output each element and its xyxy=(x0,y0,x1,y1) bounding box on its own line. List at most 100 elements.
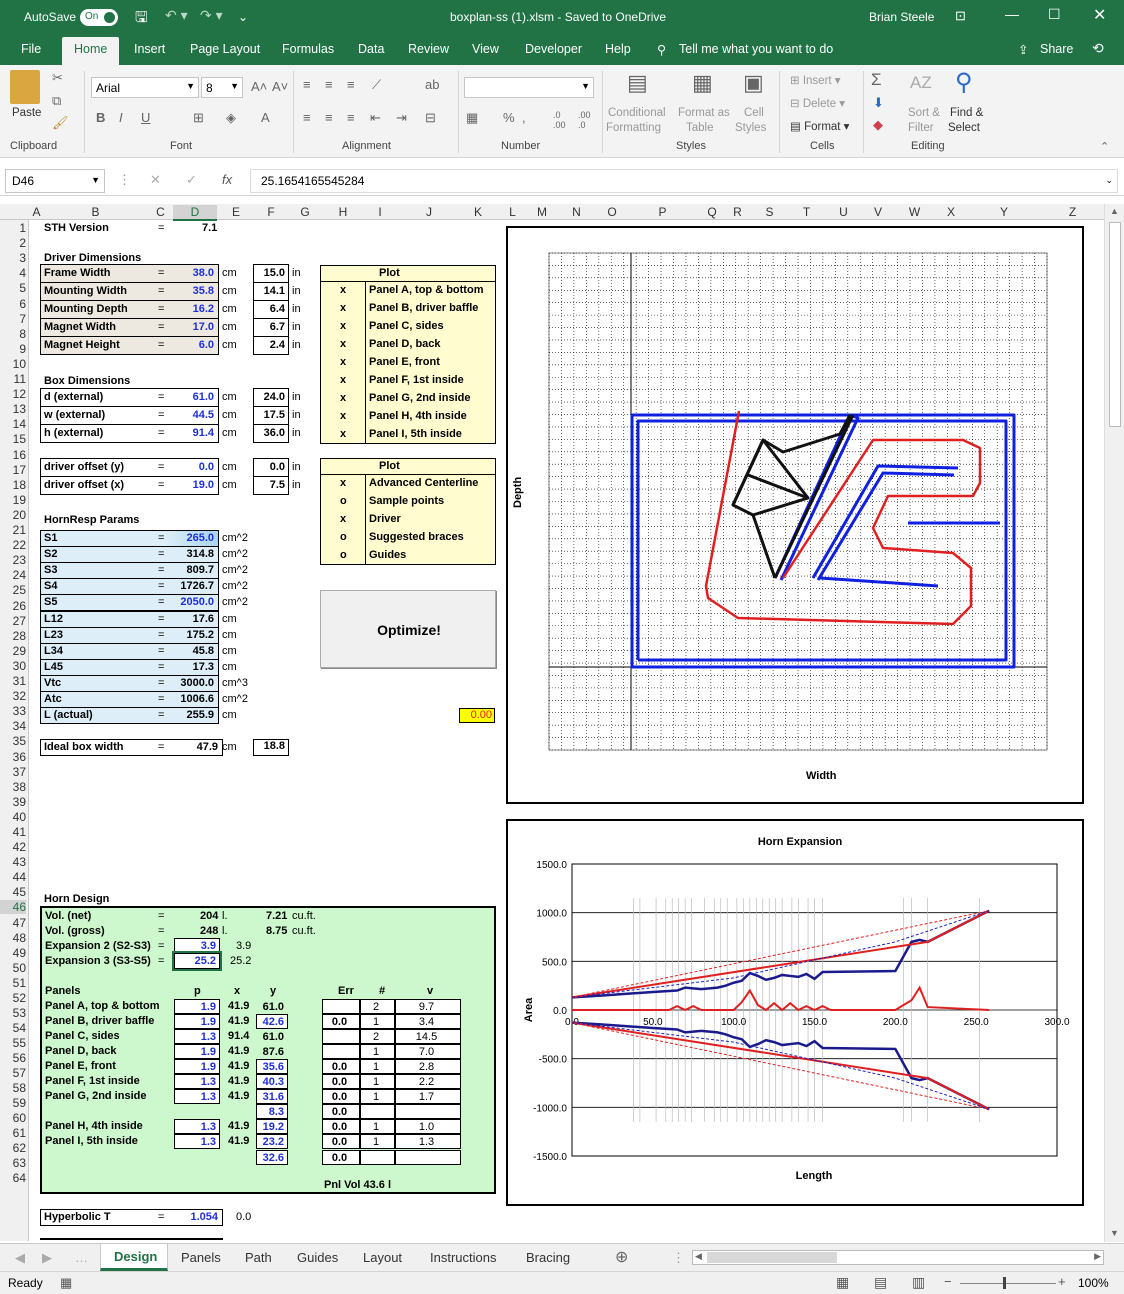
param-row[interactable]: Mounting Depth = 16.2 xyxy=(40,300,219,319)
plot-option-row[interactable]: o Guides xyxy=(320,547,496,565)
cell-styles-button[interactable]: Cell xyxy=(744,107,764,119)
expansion-3-input[interactable]: 25.2 xyxy=(172,951,222,971)
row-header[interactable]: 19 xyxy=(0,493,26,507)
column-header[interactable]: H xyxy=(323,205,363,219)
panel-y-cell[interactable]: 23.2 xyxy=(256,1134,288,1150)
align-left-icon[interactable]: ≡ xyxy=(303,110,311,125)
font-color-icon[interactable]: A xyxy=(261,110,270,125)
plot-option-row[interactable]: x Panel H, 4th inside xyxy=(320,408,496,426)
minimize-icon[interactable]: — xyxy=(1005,6,1019,22)
row-header[interactable]: 37 xyxy=(0,765,26,779)
vertical-scrollbar[interactable]: ▲ ▼ xyxy=(1104,204,1124,1242)
tab-page-layout[interactable]: Page Layout xyxy=(190,42,260,56)
row-header[interactable]: 35 xyxy=(0,734,26,748)
hornresp-row[interactable]: Atc = 1006.6 xyxy=(40,691,219,708)
fill-icon[interactable]: ⬇ xyxy=(873,95,884,111)
panel-p-input[interactable]: 1.9 xyxy=(174,1059,220,1075)
user-name[interactable]: Brian Steele xyxy=(869,10,934,24)
increase-decimal-icon[interactable]: .0.00 xyxy=(553,110,566,130)
hyperbolic-row[interactable]: Hyperbolic T = 1.054 xyxy=(40,1209,223,1226)
row-header[interactable]: 8 xyxy=(0,327,26,341)
worksheet-grid[interactable]: STH Version = 7.1 Driver Dimensions Fram… xyxy=(30,220,1104,1241)
qat-customize-icon[interactable]: ⌄ xyxy=(238,10,248,24)
row-header[interactable]: 48 xyxy=(0,931,26,945)
cancel-icon[interactable]: ✕ xyxy=(150,172,161,188)
tab-formulas[interactable]: Formulas xyxy=(282,42,334,56)
column-header[interactable]: Y xyxy=(967,205,1041,219)
panel-y-cell[interactable]: 8.3 xyxy=(256,1104,288,1120)
sort-filter-icon[interactable]: AZ xyxy=(910,73,932,93)
row-header[interactable]: 24 xyxy=(0,568,26,582)
row-header[interactable]: 50 xyxy=(0,961,26,975)
row-header[interactable]: 49 xyxy=(0,946,26,960)
zoom-level[interactable]: 100% xyxy=(1078,1276,1109,1290)
row-header[interactable]: 46 xyxy=(0,900,26,915)
format-cells-button[interactable]: ▤ Format ▾ xyxy=(790,119,849,133)
row-header[interactable]: 22 xyxy=(0,538,26,552)
panel-y-cell[interactable]: 87.6 xyxy=(256,1044,288,1059)
orientation-icon[interactable]: ⟋ xyxy=(372,77,381,93)
underline-icon[interactable]: U xyxy=(141,110,150,125)
expansion-2-input[interactable]: 3.9 xyxy=(174,938,220,954)
param-row[interactable]: w (external) = 44.5 xyxy=(40,406,219,425)
box-layout-plot[interactable]: Width Depth xyxy=(506,226,1084,804)
decrease-font-icon[interactable]: A˅ xyxy=(272,79,288,94)
row-header[interactable]: 54 xyxy=(0,1021,26,1035)
tab-help[interactable]: Help xyxy=(605,42,631,56)
zoom-slider[interactable] xyxy=(960,1283,1056,1284)
delete-cells-button[interactable]: ⊟ Delete ▾ xyxy=(790,96,845,110)
row-header[interactable]: 20 xyxy=(0,508,26,522)
row-header[interactable]: 11 xyxy=(0,372,26,386)
plot-option-row[interactable]: x Panel F, 1st inside xyxy=(320,372,496,390)
column-header[interactable]: C xyxy=(148,205,173,219)
column-header[interactable]: A xyxy=(30,205,43,219)
row-header[interactable]: 6 xyxy=(0,297,26,311)
row-header[interactable]: 58 xyxy=(0,1081,26,1095)
tab-view[interactable]: View xyxy=(472,42,499,56)
sheet-tab-design[interactable]: Design xyxy=(100,1244,168,1271)
column-header[interactable]: Z xyxy=(1041,205,1104,219)
panel-p-input[interactable]: 1.3 xyxy=(174,1074,220,1090)
tab-file[interactable]: File xyxy=(21,42,41,56)
column-header[interactable]: W xyxy=(894,205,935,219)
align-top-icon[interactable]: ≡ xyxy=(303,77,311,92)
sort-filter-button[interactable]: Sort & xyxy=(908,107,940,119)
add-sheet-icon[interactable]: ⊕ xyxy=(615,1247,628,1267)
plot-option-row[interactable]: x Panel B, driver baffle xyxy=(320,300,496,318)
row-header[interactable]: 14 xyxy=(0,417,26,431)
panel-p-input[interactable]: 1.9 xyxy=(174,999,220,1014)
find-select-button[interactable]: Find & xyxy=(950,107,983,119)
column-header[interactable]: K xyxy=(461,205,495,219)
horn-expansion-chart[interactable]: Horn Expansion 1500.0 1000.0 500.0 0.0 -500.0… xyxy=(506,819,1084,1206)
row-header[interactable]: 33 xyxy=(0,704,26,718)
row-header[interactable]: 28 xyxy=(0,629,26,643)
font-name-select[interactable]: Arial ▼ xyxy=(91,77,199,98)
row-header[interactable]: 5 xyxy=(0,281,26,295)
row-header[interactable]: 9 xyxy=(0,342,26,356)
increase-font-icon[interactable]: A˄ xyxy=(251,79,267,94)
autosave-toggle[interactable]: On xyxy=(80,9,118,26)
wrap-text-icon[interactable]: ab xyxy=(425,77,439,92)
sheet-tab-guides[interactable]: Guides xyxy=(297,1250,338,1265)
column-header[interactable]: V xyxy=(862,205,894,219)
panel-y-cell[interactable]: 40.3 xyxy=(256,1074,288,1090)
tab-review[interactable]: Review xyxy=(408,42,449,56)
column-header[interactable]: M xyxy=(530,205,554,219)
merge-center-icon[interactable]: ⊟ xyxy=(425,110,436,126)
plot-option-row[interactable]: x Panel I, 5th inside xyxy=(320,426,496,444)
hornresp-row[interactable]: L45 = 17.3 xyxy=(40,658,219,676)
column-header[interactable]: R xyxy=(724,205,751,219)
row-header[interactable]: 56 xyxy=(0,1051,26,1065)
fill-color-icon[interactable]: ◈ xyxy=(226,110,236,126)
paste-button[interactable]: Paste xyxy=(12,107,41,119)
row-header[interactable]: 15 xyxy=(0,432,26,446)
row-header[interactable]: 12 xyxy=(0,387,26,401)
sheet-tab-instructions[interactable]: Instructions xyxy=(430,1250,496,1265)
param-row[interactable]: h (external) = 91.4 xyxy=(40,424,219,443)
format-as-table-button[interactable]: Format as xyxy=(678,107,730,119)
enter-icon[interactable]: ✓ xyxy=(186,172,197,188)
row-header[interactable]: 27 xyxy=(0,614,26,628)
row-header[interactable]: 16 xyxy=(0,448,26,462)
tab-data[interactable]: Data xyxy=(358,42,384,56)
page-layout-view-icon[interactable]: ▤ xyxy=(874,1274,887,1291)
